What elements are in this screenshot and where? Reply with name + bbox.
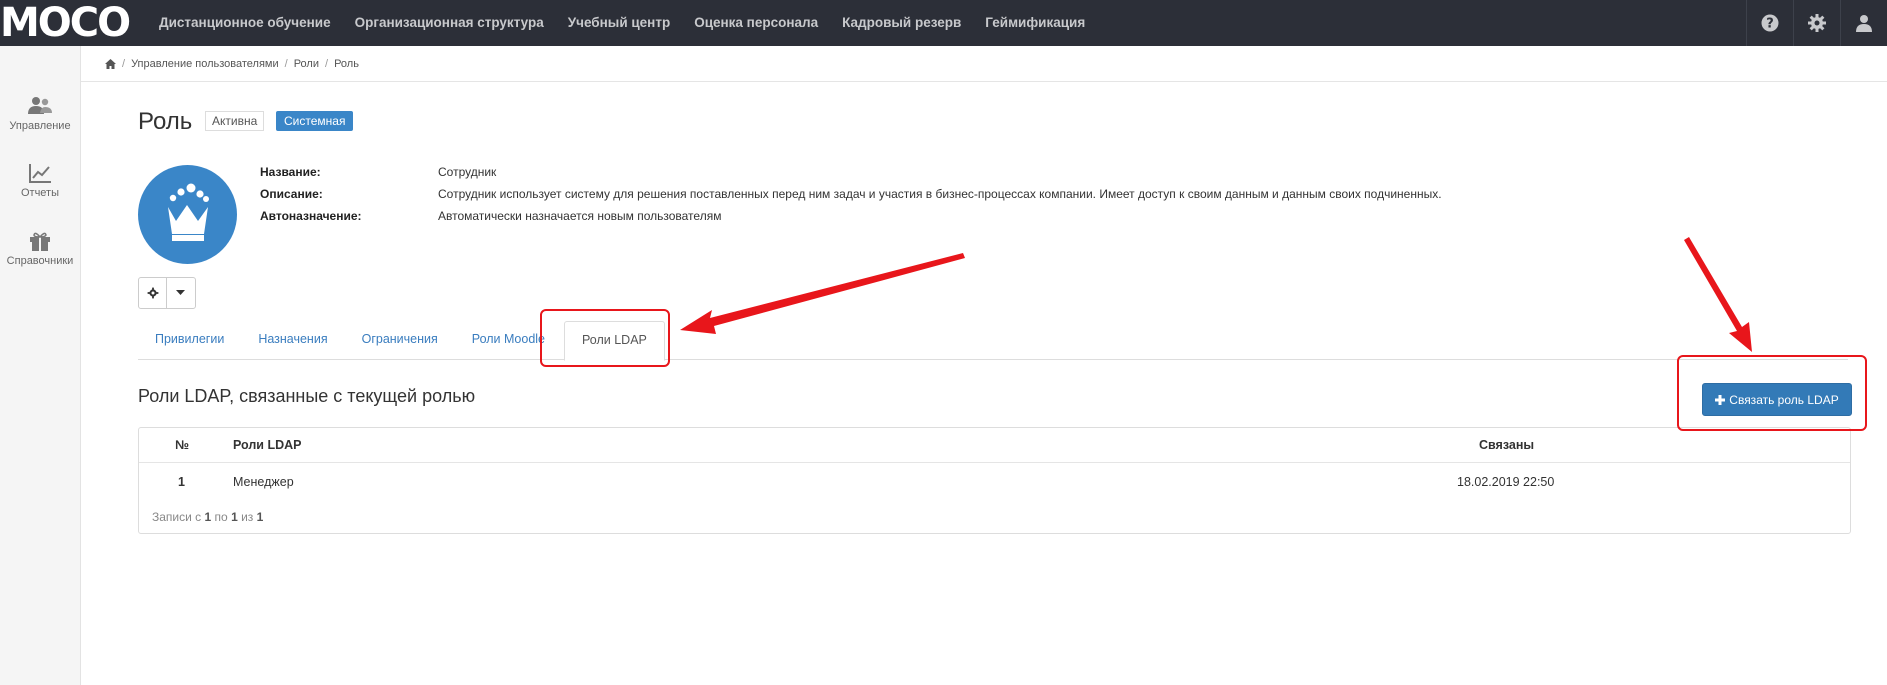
- sidebar-item-label: Управление: [9, 120, 71, 132]
- sidebar-item-label: Справочники: [6, 255, 74, 267]
- users-icon: [28, 97, 52, 114]
- home-icon[interactable]: [105, 58, 116, 69]
- help-icon: ?: [1761, 14, 1779, 32]
- cell-ldap-role: Менеджер: [233, 475, 294, 489]
- cell-number: 1: [178, 475, 185, 489]
- table-record-info: Записи с 1 по 1 из 1: [152, 510, 264, 524]
- cell-linked-date: 18.02.2019 22:50: [1457, 475, 1555, 489]
- nav-personnel-assessment[interactable]: Оценка персонала: [682, 0, 830, 46]
- gift-icon: [30, 232, 50, 251]
- column-header-ldap-role[interactable]: Роли LDAP: [233, 438, 301, 452]
- sidebar-item-directories[interactable]: Справочники: [0, 231, 80, 267]
- breadcrumb-roles[interactable]: Роли: [294, 58, 319, 70]
- column-header-number[interactable]: №: [175, 438, 189, 452]
- breadcrumb-separator: /: [122, 57, 126, 70]
- settings-button[interactable]: [139, 278, 166, 308]
- tab-privileges[interactable]: Привилегии: [138, 321, 241, 359]
- crown-icon: [168, 183, 209, 241]
- top-navbar: MOCO Дистанционное обучение Организацион…: [0, 0, 1887, 46]
- sidebar-item-management[interactable]: Управление: [0, 96, 80, 132]
- ldap-roles-table: № Роли LDAP Связаны 1 Менеджер 18.02.201…: [138, 427, 1851, 534]
- breadcrumb: / Управление пользователями / Роли / Рол…: [81, 46, 1887, 82]
- column-header-linked[interactable]: Связаны: [1479, 438, 1534, 452]
- prop-description-key: Описание:: [260, 187, 323, 201]
- annotation-box-button: [1677, 355, 1867, 431]
- nav-distance-learning[interactable]: Дистанционное обучение: [147, 0, 343, 46]
- nav-gamification[interactable]: Геймификация: [973, 0, 1097, 46]
- svg-text:?: ?: [1766, 17, 1774, 32]
- section-title: Роли LDAP, связанные с текущей ролью: [138, 386, 476, 406]
- breadcrumb-user-management[interactable]: Управление пользователями: [131, 58, 279, 70]
- moco-logo[interactable]: MOCO: [0, 1, 132, 45]
- status-badge: Активна: [205, 111, 265, 131]
- role-avatar: [138, 165, 237, 264]
- table-divider: [139, 462, 1850, 463]
- prop-name-value: Сотрудник: [438, 165, 497, 179]
- breadcrumb-separator: /: [284, 57, 288, 70]
- role-actions-dropdown[interactable]: [138, 277, 196, 309]
- left-sidebar: Управление Отчеты Справочники: [0, 46, 81, 685]
- chart-icon: [29, 164, 51, 183]
- gear-icon: [147, 287, 158, 299]
- type-badge: Системная: [276, 111, 354, 131]
- user-menu-button[interactable]: [1840, 0, 1887, 46]
- sidebar-item-label: Отчеты: [20, 187, 60, 199]
- user-icon: [1856, 15, 1872, 32]
- tab-assignments[interactable]: Назначения: [241, 321, 344, 359]
- breadcrumb-separator: /: [325, 57, 329, 70]
- settings-button[interactable]: [1793, 0, 1840, 46]
- tab-restrictions[interactable]: Ограничения: [345, 321, 455, 359]
- dropdown-toggle[interactable]: [166, 278, 194, 308]
- caret-down-icon: [176, 290, 185, 295]
- gear-icon: [1808, 14, 1826, 32]
- prop-description-value: Сотрудник использует систему для решения…: [438, 187, 1442, 201]
- breadcrumb-role: Роль: [334, 57, 359, 70]
- help-button[interactable]: ?: [1746, 0, 1793, 46]
- nav-talent-pool[interactable]: Кадровый резерв: [830, 0, 973, 46]
- role-tabs: Привилегии Назначения Ограничения Роли M…: [138, 321, 1848, 361]
- main-menu: Дистанционное обучение Организационная с…: [147, 0, 1097, 46]
- sidebar-item-reports[interactable]: Отчеты: [0, 163, 80, 199]
- nav-training-center[interactable]: Учебный центр: [556, 0, 682, 46]
- prop-autoassign-key: Автоназначение:: [260, 209, 362, 223]
- prop-autoassign-value: Автоматически назначается новым пользова…: [438, 209, 722, 223]
- annotation-box-tab: [540, 309, 670, 367]
- page-title: Роль: [138, 108, 193, 135]
- prop-name-key: Название:: [260, 165, 321, 179]
- nav-org-structure[interactable]: Организационная структура: [343, 0, 556, 46]
